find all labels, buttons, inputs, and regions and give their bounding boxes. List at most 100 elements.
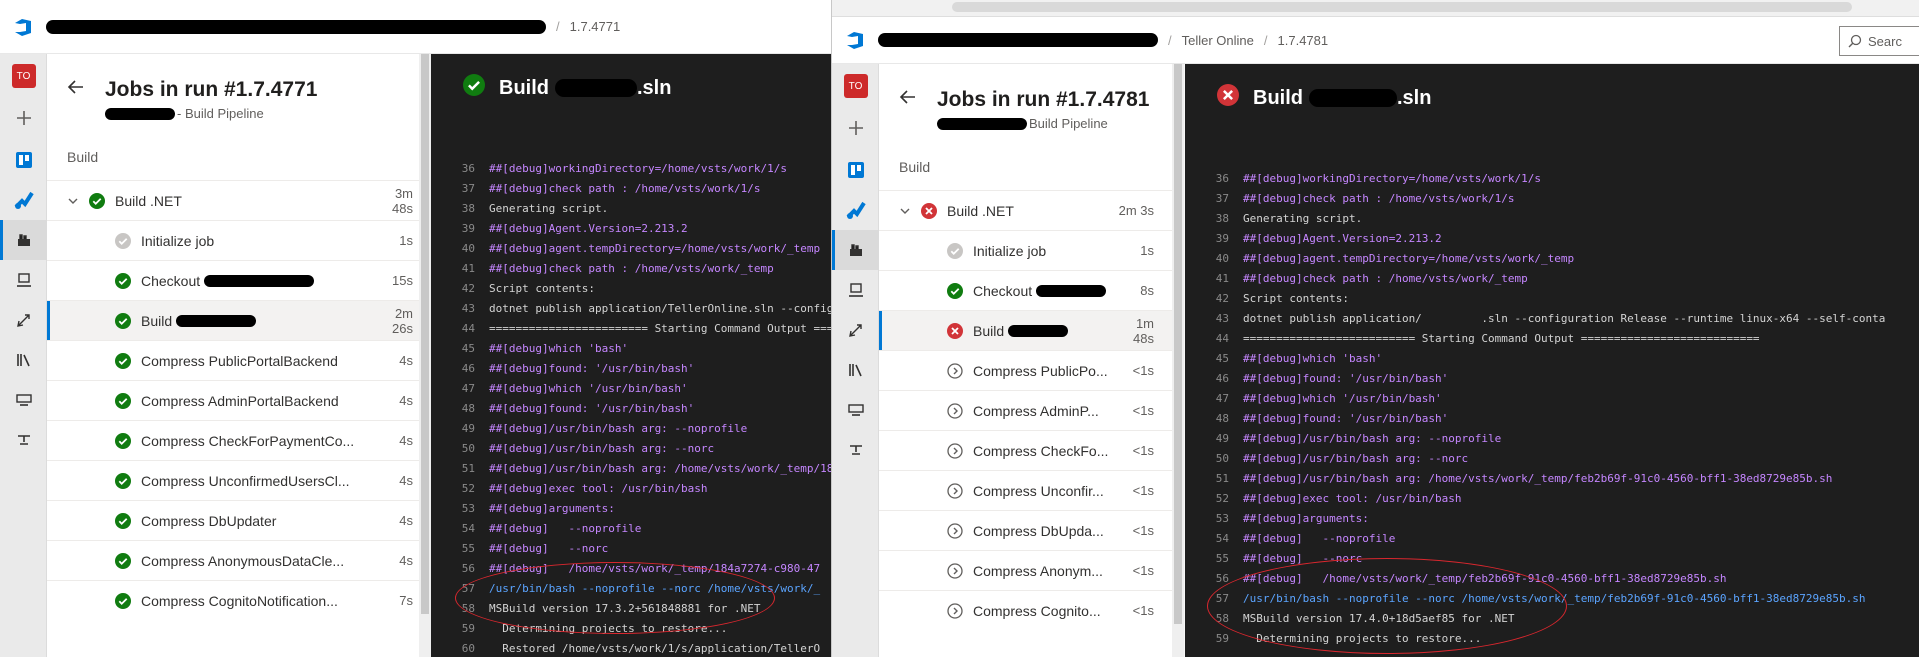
breadcrumb-pipeline[interactable]: Teller Online [1182,33,1254,48]
log-text: ##[debug] --norc [1243,551,1363,565]
deployment-groups-icon[interactable] [832,430,879,470]
job-step-row[interactable]: Build 2m 26s [47,300,431,340]
releases-icon[interactable] [832,310,879,350]
pipelines-builds-icon[interactable] [0,220,47,260]
jobs-scrollbar[interactable] [1172,64,1184,657]
log-line: 44 ======================== Starting Comm… [431,318,831,338]
job-step-row[interactable]: Compress CognitoNotification... 7s [47,580,431,620]
pipelines-icon[interactable] [0,180,47,220]
log-line: 59 Determining projects to restore... [1185,628,1919,648]
job-list: Build .NET 2m 3s Initialize job 1s Checkout 8… [879,190,1172,630]
azure-devops-logo-icon[interactable] [832,29,878,51]
chevron-down-icon[interactable] [899,205,921,217]
job-duration: <1s [1132,523,1154,538]
job-name: Initialize job [141,232,215,249]
pipelines-builds-icon[interactable] [832,230,879,270]
job-step-row[interactable]: Compress Anonym... <1s [879,550,1172,590]
log-text: ##[debug]Agent.Version=2.213.2 [1243,231,1442,245]
job-step-row[interactable]: Compress UnconfirmedUsersCl... 4s [47,460,431,500]
success-status-icon [115,312,141,329]
line-number: 54 [461,521,475,535]
line-number: 58 [1215,611,1229,625]
org-avatar[interactable]: TO [0,56,47,96]
job-step-row[interactable]: Initialize job 1s [47,220,431,260]
plus-icon[interactable] [832,108,879,148]
log-text: ##[debug]/usr/bin/bash arg: /home/vsts/w… [1243,471,1833,485]
jobs-scrollbar[interactable] [419,54,431,657]
boards-icon[interactable] [832,150,879,190]
job-step-row[interactable]: Build 1m 48s [879,310,1172,350]
task-groups-icon[interactable] [832,390,879,430]
back-arrow-icon[interactable] [67,78,85,101]
redacted-text [204,274,315,287]
job-step-row[interactable]: Compress PublicPortalBackend 4s [47,340,431,380]
azure-devops-logo-icon[interactable] [0,16,46,38]
skipped-status-icon [115,232,141,249]
boards-icon[interactable] [0,140,47,180]
environments-icon[interactable] [832,270,879,310]
job-name: Compress Unconfir... [973,482,1104,499]
job-name: Compress AdminPortalBackend [141,392,339,409]
plus-icon[interactable] [0,98,47,138]
job-step-row[interactable]: Compress DbUpdater 4s [47,500,431,540]
redacted-pipeline-name [937,117,1027,130]
log-line: 42 Script contents: [1185,288,1919,308]
log-line: 43 dotnet publish application/TellerOnlin… [431,298,831,318]
log-line: 36 ##[debug]workingDirectory=/home/vsts/w… [431,158,831,178]
chevron-down-icon[interactable] [67,195,89,207]
line-number: 59 [1215,631,1229,645]
job-step-row[interactable]: Compress CheckFo... <1s [879,430,1172,470]
breadcrumb-run[interactable]: 1.7.4771 [570,19,621,34]
job-step-row[interactable]: Compress CheckForPaymentCo... 4s [47,420,431,460]
job-step-row[interactable]: Compress AdminPortalBackend 4s [47,380,431,420]
search-input[interactable]: Searc [1839,26,1919,56]
line-number: 37 [461,181,475,195]
log-line: 37 ##[debug]check path : /home/vsts/work/… [1185,188,1919,208]
log-text: ##[debug] /home/vsts/work/_temp/184a7274… [489,561,821,575]
job-name: Build [141,313,371,329]
job-step-row[interactable]: Checkout 15s [47,260,431,300]
releases-icon[interactable] [0,300,47,340]
line-number: 57 [1215,591,1229,605]
job-step-row[interactable]: Initialize job 1s [879,230,1172,270]
log-text: MSBuild version 17.4.0+18d5aef85 for .NE… [1243,611,1515,625]
library-icon[interactable] [832,350,879,390]
line-number: 50 [461,441,475,455]
job-name: Compress AnonymousDataCle... [141,552,345,569]
log-line: 52 ##[debug]exec tool: /usr/bin/bash [431,478,831,498]
log-text: dotnet publish application/ .sln --confi… [1243,311,1886,325]
log-text: ##[debug]check path : /home/vsts/work/_t… [489,261,774,275]
job-step-row[interactable]: Compress AnonymousDataCle... 4s [47,540,431,580]
environments-icon[interactable] [0,260,47,300]
log-line: 57/usr/bin/bash --noprofile --norc /home… [1185,588,1919,608]
job-step-row[interactable]: Compress PublicPo... <1s [879,350,1172,390]
job-step-row[interactable]: Compress DbUpda... <1s [879,510,1172,550]
pipeline-subtitle: Build Pipeline [937,116,1108,131]
job-step-row[interactable]: Compress AdminP... <1s [879,390,1172,430]
job-group-row[interactable]: Build .NET 2m 3s [879,190,1172,230]
line-number: 49 [461,421,475,435]
job-step-row[interactable]: Compress Cognito... <1s [879,590,1172,630]
log-line: 39 ##[debug]Agent.Version=2.213.2 [1185,228,1919,248]
line-number: 51 [1215,471,1229,485]
pipelines-icon[interactable] [832,190,879,230]
line-number: 36 [1215,171,1229,185]
job-step-row[interactable]: Compress Unconfir... <1s [879,470,1172,510]
job-group-row[interactable]: Build .NET 3m 48s [47,180,431,220]
job-name: Build .NET [115,192,182,209]
line-number: 42 [461,281,475,295]
breadcrumb-run[interactable]: 1.7.4781 [1278,33,1329,48]
deployment-groups-icon[interactable] [0,420,47,460]
job-name: Checkout [141,273,371,289]
job-step-row[interactable]: Checkout 8s [879,270,1172,310]
library-icon[interactable] [0,340,47,380]
back-arrow-icon[interactable] [899,88,917,111]
log-line: 37 ##[debug]check path : /home/vsts/work/… [431,178,831,198]
org-avatar[interactable]: TO [832,66,879,106]
success-status-icon [115,592,141,609]
success-status-icon [115,352,141,369]
task-groups-icon[interactable] [0,380,47,420]
log-line: 58 MSBuild version 17.4.0+18d5aef85 for .… [1185,608,1919,628]
log-text: /usr/bin/bash --noprofile --norc /home/v… [489,581,821,595]
failed-status-icon [947,322,973,339]
